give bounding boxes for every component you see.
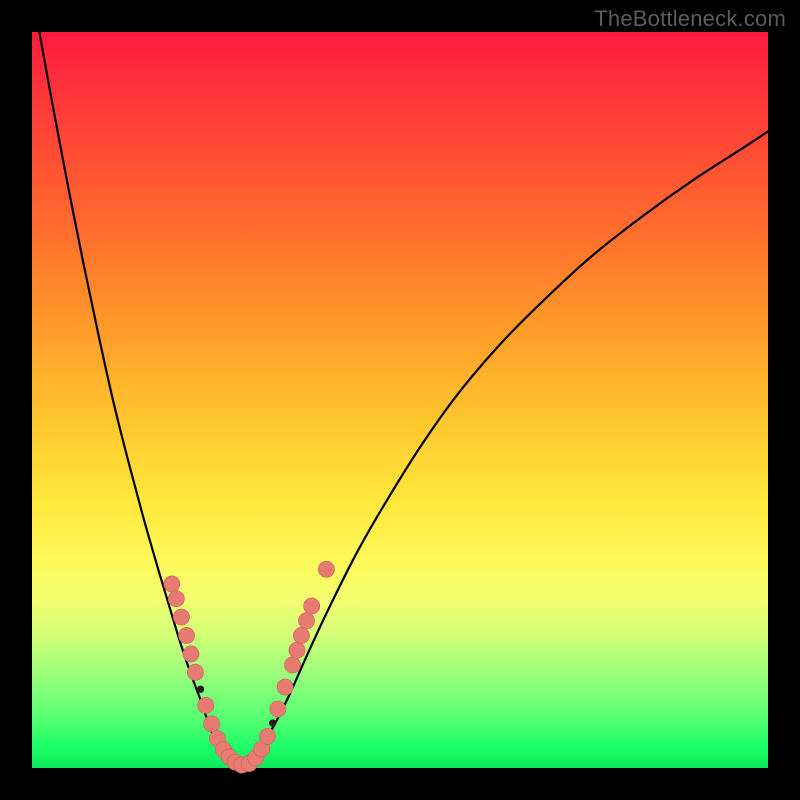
- data-marker: [298, 613, 314, 629]
- data-marker-small: [197, 686, 204, 693]
- curve-left-branch: [39, 32, 230, 764]
- data-marker: [183, 646, 199, 662]
- data-marker: [173, 609, 189, 625]
- data-marker: [270, 701, 286, 717]
- data-marker-small: [269, 719, 276, 726]
- data-marker: [304, 598, 320, 614]
- data-marker: [289, 642, 305, 658]
- watermark-text: TheBottleneck.com: [594, 6, 786, 32]
- data-marker: [259, 728, 275, 744]
- chart-frame: TheBottleneck.com: [0, 0, 800, 800]
- data-marker: [318, 561, 334, 577]
- data-marker: [168, 591, 184, 607]
- data-marker: [164, 576, 180, 592]
- plot-area: [32, 32, 768, 768]
- data-marker: [198, 697, 214, 713]
- data-marker: [284, 657, 300, 673]
- data-marker: [187, 664, 203, 680]
- curve-right-branch: [245, 131, 768, 764]
- chart-svg: [32, 32, 768, 768]
- data-marker: [293, 627, 309, 643]
- data-marker: [203, 716, 219, 732]
- data-marker: [178, 627, 194, 643]
- data-marker: [277, 679, 293, 695]
